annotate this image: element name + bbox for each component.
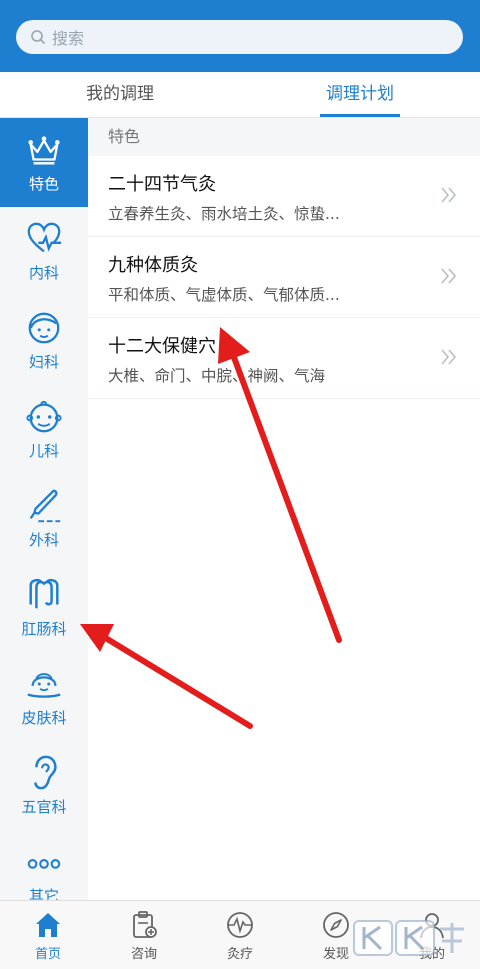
tab-my-regimen[interactable]: 我的调理 [58, 72, 182, 118]
woman-face-icon [28, 312, 60, 344]
sidebar-item-gynecology[interactable]: 妇科 [0, 296, 88, 385]
sidebar-item-ent[interactable]: 五官科 [0, 741, 88, 830]
list-item[interactable]: 十二大保健穴 大椎、命门、中脘、神阙、气海 [88, 318, 480, 399]
sidebar-item-featured[interactable]: 特色 [0, 118, 88, 207]
sidebar-item-label: 内科 [28, 264, 59, 282]
baby-face-icon [26, 400, 62, 433]
section-title: 特色 [88, 118, 480, 156]
list-item-subtitle: 立春养生灸、雨水培土灸、惊蛰... [108, 205, 340, 223]
sidebar-item-label: 儿科 [28, 442, 59, 460]
skin-face-icon [27, 673, 61, 698]
sidebar-item-proctology[interactable]: 肛肠科 [0, 563, 88, 652]
list-item[interactable]: 二十四节气灸 立春养生灸、雨水培土灸、惊蛰... [88, 156, 480, 237]
scalpel-icon [29, 489, 61, 523]
compass-icon [323, 911, 349, 938]
tab-regimen-plan[interactable]: 调理计划 [298, 72, 422, 118]
watermark-logo [353, 920, 464, 956]
list-item-title: 十二大保健穴 [108, 336, 216, 357]
sidebar-item-label: 五官科 [21, 798, 67, 816]
sidebar-item-label: 外科 [28, 531, 59, 549]
double-chevron-right-icon [441, 349, 457, 365]
sidebar-item-dermatology[interactable]: 皮肤科 [0, 652, 88, 741]
search-icon [31, 30, 46, 45]
list-item-subtitle: 大椎、命门、中脘、神阙、气海 [108, 367, 326, 385]
nav-label: 发现 [322, 946, 349, 962]
sidebar-item-surgery[interactable]: 外科 [0, 474, 88, 563]
search-input[interactable]: 搜索 [16, 20, 463, 54]
nav-label: 灸疗 [226, 946, 253, 962]
nav-moxibustion[interactable]: 灸疗 [192, 901, 288, 969]
list-item-subtitle: 平和体质、气虚体质、气郁体质... [108, 286, 340, 304]
ear-icon [34, 755, 57, 790]
consult-icon [133, 910, 157, 938]
sidebar-item-pediatrics[interactable]: 儿科 [0, 385, 88, 474]
plan-content: 特色 二十四节气灸 立春养生灸、雨水培土灸、惊蛰... 九种体质灸 平和体质、气… [88, 118, 480, 900]
sidebar-item-label: 妇科 [28, 353, 59, 371]
top-bar: 搜索 [0, 0, 480, 72]
list-item-title: 九种体质灸 [108, 255, 198, 276]
sidebar-item-label: 其它 [28, 887, 59, 900]
nav-home[interactable]: 首页 [0, 901, 96, 969]
nav-label: 咨询 [130, 946, 157, 962]
sidebar-item-label: 皮肤科 [21, 709, 67, 727]
nav-label: 首页 [34, 946, 61, 962]
search-placeholder: 搜索 [52, 29, 85, 48]
nav-consult[interactable]: 咨询 [96, 901, 192, 969]
category-sidebar: 特色 内科 妇科 儿科 外科 肛肠科 皮肤科 五官科 其它 [0, 118, 88, 900]
intestine-icon [29, 578, 59, 609]
heart-pulse-icon [27, 222, 62, 253]
double-chevron-right-icon [441, 268, 457, 284]
sidebar-item-other[interactable]: 其它 [0, 830, 88, 900]
sidebar-item-label: 肛肠科 [21, 620, 67, 638]
list-item[interactable]: 九种体质灸 平和体质、气虚体质、气郁体质... [88, 237, 480, 318]
double-chevron-right-icon [441, 187, 457, 203]
sidebar-item-internal[interactable]: 内科 [0, 207, 88, 296]
more-dots-icon [27, 859, 61, 869]
crown-icon [28, 136, 60, 165]
home-icon [36, 912, 60, 937]
tab-bar: 我的调理 调理计划 [0, 72, 480, 118]
list-item-title: 二十四节气灸 [108, 174, 216, 195]
sidebar-item-label: 特色 [28, 175, 59, 193]
moxibustion-icon [227, 911, 253, 938]
